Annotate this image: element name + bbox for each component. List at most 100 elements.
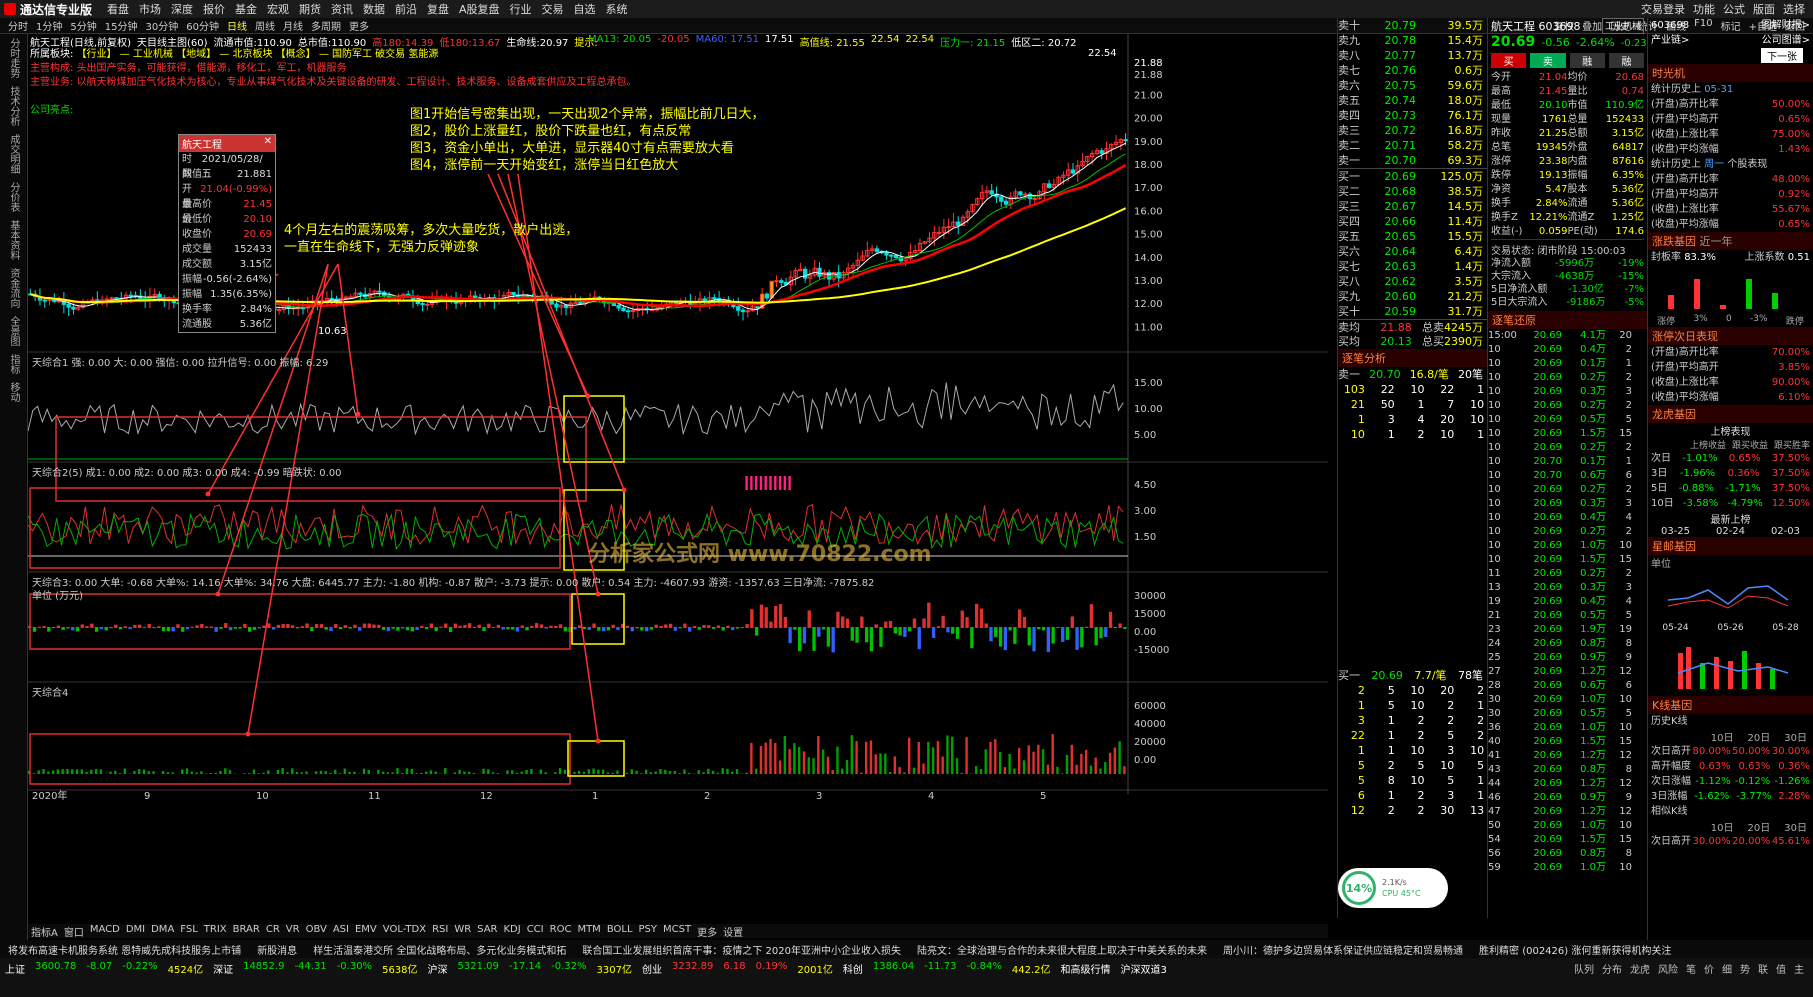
bottom-right-tab[interactable]: 价 [1700, 961, 1718, 976]
indicator-tab[interactable]: MACD [87, 924, 123, 938]
bottom-right-tab[interactable]: 笔 [1682, 961, 1700, 976]
period-tab[interactable]: 周线 [251, 18, 279, 33]
indicator-tab[interactable]: VR [283, 924, 303, 938]
news-item[interactable]: 联合国工业发展组织首席干事：疫情之下 2020年亚洲中小企业收入损失 [574, 942, 909, 957]
lhb-date[interactable]: 02-24 [1716, 526, 1745, 537]
next-button[interactable]: 下一张 [1761, 48, 1803, 63]
indicator-tab[interactable]: 更多 [694, 924, 720, 938]
bottom-right-tab[interactable]: 分布 [1598, 961, 1626, 976]
news-item[interactable]: 新股消息 [249, 942, 305, 957]
period-tab[interactable]: 更多 [345, 18, 373, 33]
sidebar-tab[interactable]: 成交明细 [0, 130, 27, 178]
indicator-tab[interactable]: ROC [547, 924, 575, 938]
indicator-tab[interactable]: WR [451, 924, 474, 938]
menu-item[interactable]: 市场 [134, 1, 166, 17]
sidebar-tab[interactable]: 分价表 [0, 178, 27, 216]
menu-item[interactable]: 复盘 [422, 1, 454, 17]
menu-item[interactable]: 前沿 [390, 1, 422, 17]
bottom-right-tab[interactable]: 主 [1790, 961, 1808, 976]
indicator-tab[interactable]: OBV [303, 924, 330, 938]
bottom-right-tab[interactable]: 联 [1754, 961, 1772, 976]
indicator-tab[interactable]: FSL [177, 924, 201, 938]
indicator-tab[interactable]: PSY [636, 924, 661, 938]
bottom-right-tab[interactable]: 龙虎 [1626, 961, 1654, 976]
menu-item[interactable]: 自选 [569, 1, 601, 17]
period-tab[interactable]: 多周期 [307, 18, 345, 33]
chart-area[interactable]: 航天工程(日线,前复权) 天目线主图(60) 流通市值:110.90 总市值:1… [28, 34, 1328, 924]
indicator-tab[interactable]: CCI [524, 924, 547, 938]
menu-item[interactable]: 系统 [601, 1, 633, 17]
speed-widget[interactable]: 14% 2.1K/s CPU 45°C [1338, 868, 1448, 908]
indicator-tab[interactable]: DMA [148, 924, 177, 938]
trade-button[interactable]: 融 [1608, 53, 1644, 68]
indicator-tab[interactable]: VOL-TDX [380, 924, 429, 938]
period-tab[interactable]: 1分钟 [32, 18, 66, 33]
menu-item[interactable]: 报价 [198, 1, 230, 17]
fr-company-link[interactable]: 公司图谱> [1762, 33, 1810, 48]
sidebar-tab[interactable]: 全景图 [0, 312, 27, 350]
indicator-tab[interactable]: EMV [352, 924, 380, 938]
indicator-tab[interactable]: DMI [123, 924, 148, 938]
menu-item[interactable]: 深度 [166, 1, 198, 17]
fr-report-link[interactable]: 图解财报> [1762, 18, 1810, 33]
period-tab[interactable]: 月线 [279, 18, 307, 33]
menu-item[interactable]: 看盘 [102, 1, 134, 17]
news-item[interactable]: 陆亮文：全球治理与合作的未来很大程度上取决于中美关系的未来 [909, 942, 1215, 957]
menu-item[interactable]: 期货 [294, 1, 326, 17]
sidebar-tab[interactable]: 分时走势 [0, 34, 27, 82]
news-item[interactable]: 将发布高速卡机服务系统 恩特威先成科技服务上市铺 [0, 942, 249, 957]
title-right-item[interactable]: 公式 [1723, 1, 1745, 17]
indicator-tab[interactable]: BRAR [230, 924, 263, 938]
indicator-tab[interactable]: BOLL [604, 924, 636, 938]
bottom-right-tab[interactable]: 队列 [1570, 961, 1598, 976]
news-item[interactable]: 周小川：德护多边贸易体系保证供应链稳定和贸易畅通 [1215, 942, 1471, 957]
news-item[interactable]: 胜利精密 (002426) 涨何重新获得机构关注 [1471, 942, 1679, 957]
close-icon[interactable]: ✕ [264, 136, 272, 151]
indicator-tab[interactable]: 设置 [720, 924, 746, 938]
lhb-date[interactable]: 02-03 [1771, 526, 1800, 537]
fr-hist2-date[interactable]: 周一 [1704, 159, 1724, 170]
menu-item[interactable]: 行业 [505, 1, 537, 17]
sidebar-tab[interactable]: 资金流向 [0, 264, 27, 312]
indicator-tab[interactable]: TRIX [201, 924, 230, 938]
title-right-item[interactable]: 交易登录 [1641, 1, 1685, 17]
sidebar-tab[interactable]: 基本资料 [0, 216, 27, 264]
menu-item[interactable]: 基金 [230, 1, 262, 17]
indicator-tab[interactable]: MCST [660, 924, 694, 938]
indicator-tab[interactable]: SAR [474, 924, 500, 938]
period-tab[interactable]: 60分钟 [182, 18, 223, 33]
menu-item[interactable]: 宏观 [262, 1, 294, 17]
period-tab[interactable]: 日线 [223, 18, 251, 33]
menu-item[interactable]: 数据 [358, 1, 390, 17]
trade-button[interactable]: 融 [1569, 53, 1605, 68]
fr-hist-date[interactable]: 05-31 [1704, 84, 1733, 95]
indicator-tab[interactable]: RSI [429, 924, 451, 938]
sidebar-tab[interactable]: 技术分析 [0, 82, 27, 130]
fr-industry-link[interactable]: 产业链> [1651, 33, 1689, 48]
menu-item[interactable]: 交易 [537, 1, 569, 17]
lhb-date[interactable]: 03-25 [1661, 526, 1690, 537]
menu-item[interactable]: A股复盘 [454, 1, 505, 17]
bottom-right-tab[interactable]: 势 [1736, 961, 1754, 976]
data-popup[interactable]: 航天工程 ✕ 时间 2021/05/28/五 数值 21.881 开盘价 21.04(-0.… [178, 134, 276, 333]
trade-button[interactable]: 买 [1491, 53, 1527, 68]
indicator-tab[interactable]: ASI [330, 924, 352, 938]
period-tab[interactable]: 30分钟 [141, 18, 182, 33]
title-right-item[interactable]: 功能 [1693, 1, 1715, 17]
period-tab[interactable]: 15分钟 [101, 18, 142, 33]
news-item[interactable]: 样生活温泰港交所 全国化战略布局、多元化业务模式和拓 [305, 942, 574, 957]
menu-item[interactable]: 资讯 [326, 1, 358, 17]
indicator-tab[interactable]: 指标A [28, 924, 61, 938]
period-tab[interactable]: 5分钟 [66, 18, 100, 33]
trade-button[interactable]: 卖 [1530, 53, 1566, 68]
indicator-tab[interactable]: MTM [574, 924, 603, 938]
sidebar-tab[interactable]: 移动 [0, 378, 27, 406]
title-right-item[interactable]: 选择 [1783, 1, 1805, 17]
bottom-right-tab[interactable]: 风险 [1654, 961, 1682, 976]
bottom-right-tab[interactable]: 细 [1718, 961, 1736, 976]
indicator-tab[interactable]: KDJ [500, 924, 523, 938]
bottom-right-tab[interactable]: 值 [1772, 961, 1790, 976]
indicator-tab[interactable]: 窗口 [61, 924, 87, 938]
indicator-tab[interactable]: CR [263, 924, 283, 938]
period-tab[interactable]: 分时 [4, 18, 32, 33]
